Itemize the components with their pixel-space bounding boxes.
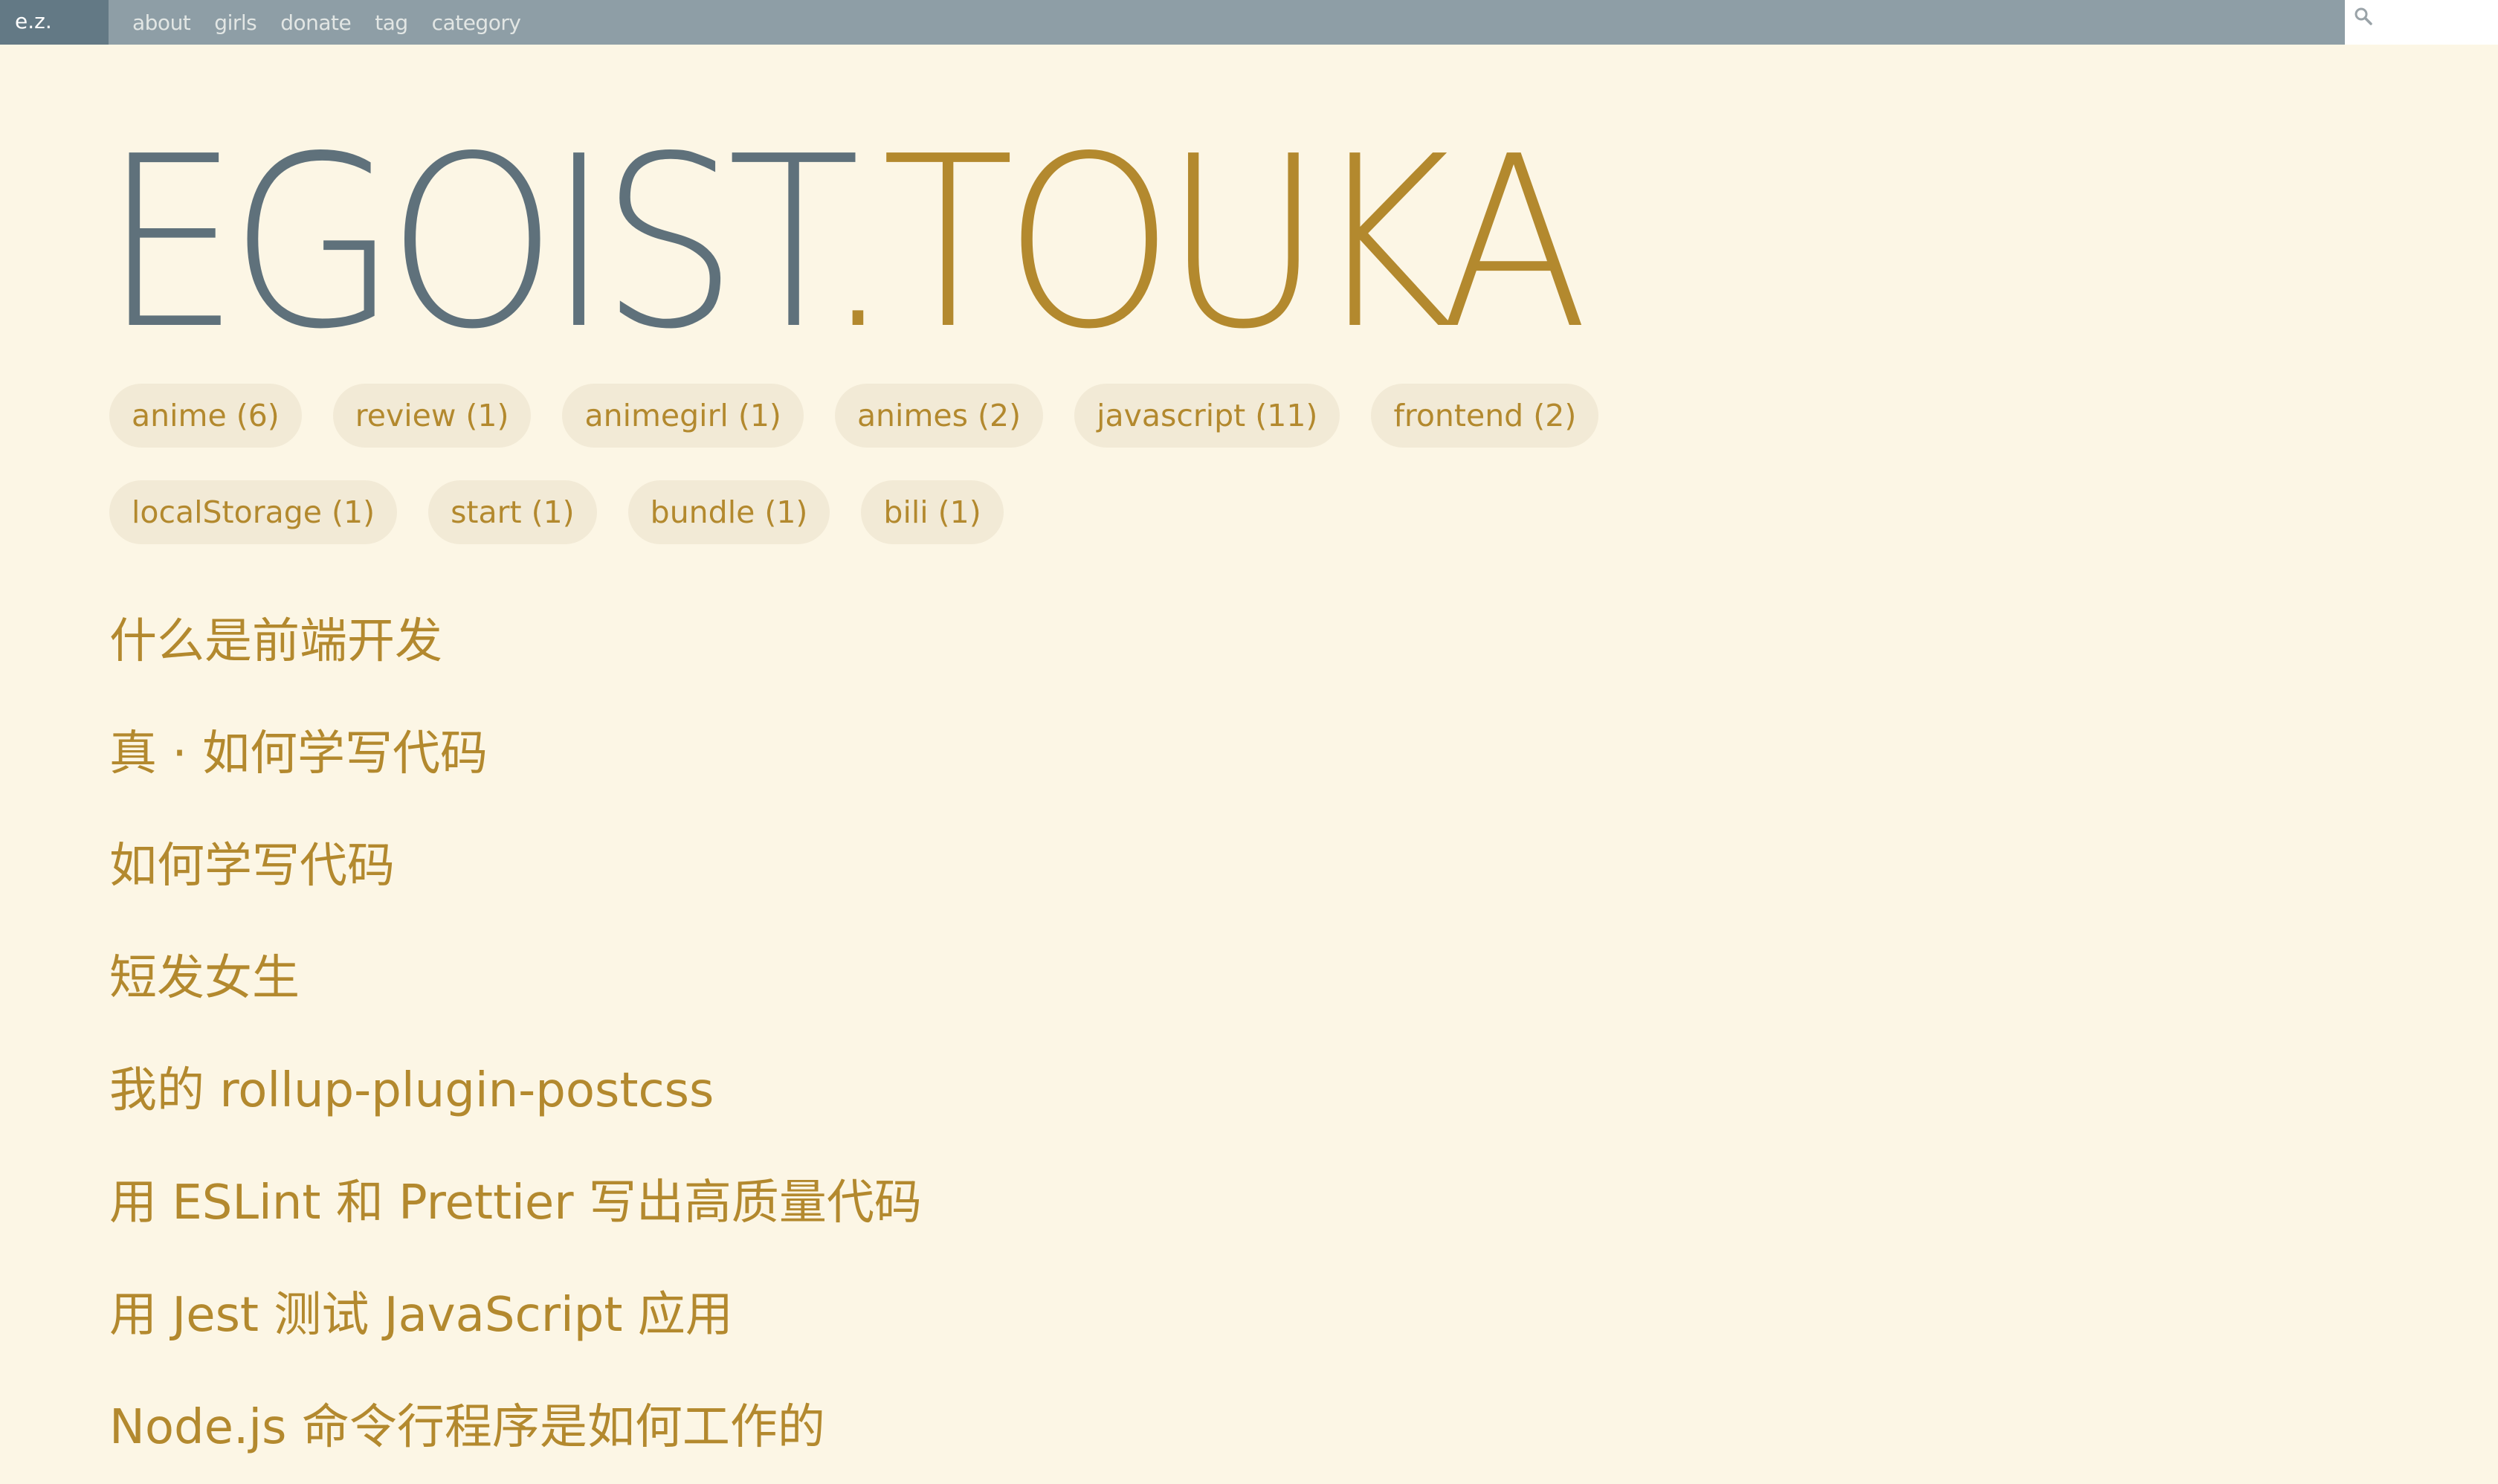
post-link[interactable]: 如何学写代码 [109,810,922,923]
tag-row: localStorage (1) start (1) bundle (1) bi… [109,480,1745,544]
post-link[interactable]: 真 · 如何学写代码 [109,698,922,810]
nav-tag[interactable]: tag [375,10,408,35]
search-box[interactable] [2343,0,2498,45]
tag-bili[interactable]: bili (1) [861,480,1004,544]
post-link[interactable]: Node.js 命令行程序是如何工作的 [109,1372,922,1484]
nav-girls[interactable]: girls [214,10,256,35]
logo-egoist: EGOIST [103,106,834,381]
main-nav: about girls donate tag category [132,0,544,45]
tag-cloud: anime (6) review (1) animegirl (1) anime… [109,384,1745,577]
post-link[interactable]: 用 ESLint 和 Prettier 写出高质量代码 [109,1147,922,1259]
top-nav-bar: e.z. about girls donate tag category [0,0,2498,45]
nav-category[interactable]: category [432,10,521,35]
post-link[interactable]: 用 Jest 测试 JavaScript 应用 [109,1259,922,1372]
nav-donate[interactable]: donate [280,10,352,35]
post-list: 什么是前端开发 真 · 如何学写代码 如何学写代码 短发女生 我的 rollup… [109,586,922,1484]
tag-animegirl[interactable]: animegirl (1) [562,384,804,448]
tag-anime[interactable]: anime (6) [109,384,302,448]
site-logo[interactable]: EGOIST.TOUKA [103,125,1589,361]
tag-localstorage[interactable]: localStorage (1) [109,480,398,544]
tag-bundle[interactable]: bundle (1) [627,480,830,544]
nav-about[interactable]: about [132,10,191,35]
post-link[interactable]: 我的 rollup-plugin-postcss [109,1035,922,1147]
brand-link[interactable]: e.z. [0,0,109,45]
post-link[interactable]: 短发女生 [109,923,922,1035]
tag-review[interactable]: review (1) [332,384,532,448]
search-icon [2355,7,2372,25]
tag-start[interactable]: start (1) [428,480,597,544]
search-input[interactable] [2384,4,2495,39]
tag-animes[interactable]: animes (2) [834,384,1044,448]
tag-row: anime (6) review (1) animegirl (1) anime… [109,384,1745,448]
tag-javascript[interactable]: javascript (11) [1074,384,1340,448]
tag-frontend[interactable]: frontend (2) [1371,384,1599,448]
post-link[interactable]: 什么是前端开发 [109,586,922,698]
logo-touka: .TOUKA [823,106,1589,381]
